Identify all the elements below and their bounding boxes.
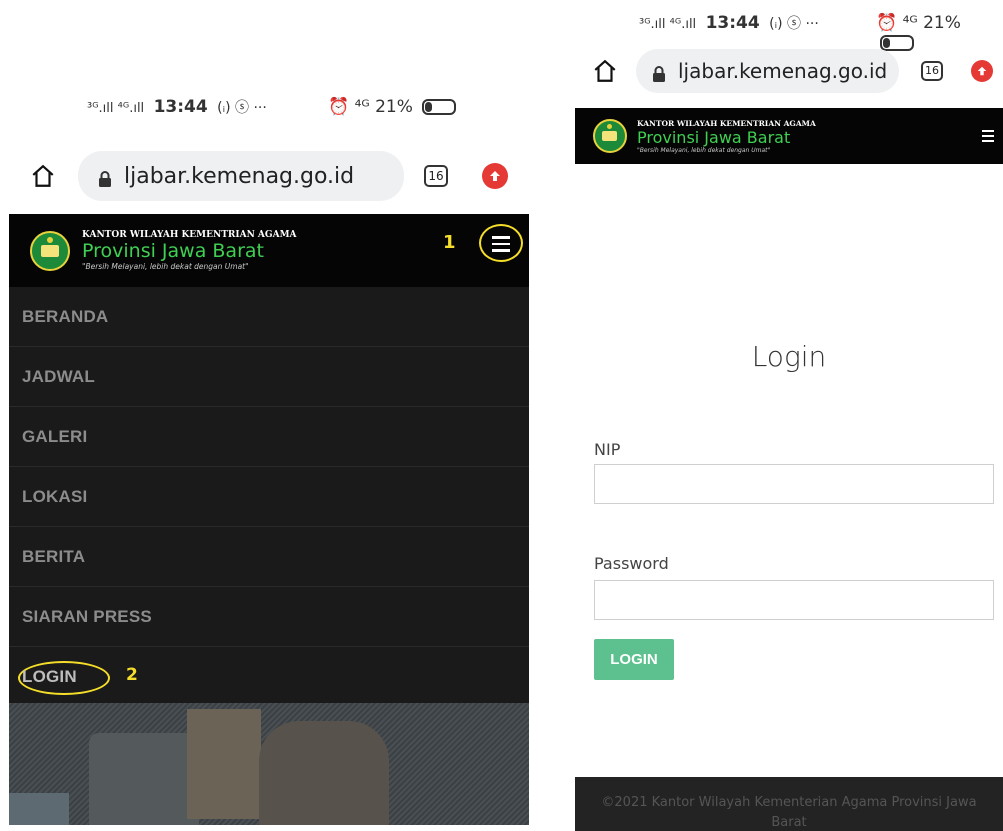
password-input[interactable] <box>594 580 994 620</box>
menu-item-jadwal[interactable]: JADWAL <box>9 347 529 407</box>
hamburger-menu-button[interactable] <box>479 224 523 262</box>
status-extra-icons: (ᵢ) ⓢ ··· <box>217 100 267 116</box>
annotation-1: 1 <box>443 232 456 253</box>
menu-item-berita[interactable]: BERITA <box>9 527 529 587</box>
menu-label: LOKASI <box>22 486 88 506</box>
hamburger-menu-icon[interactable] <box>982 130 994 142</box>
status-bar-left: ³ᴳ.ıll ⁴ᴳ.ıll 13:44 (ᵢ) ⓢ ··· ⏰ ⁴ᴳ 21% <box>87 97 527 121</box>
logo-icon[interactable] <box>30 230 70 271</box>
menu-label: BERITA <box>22 546 86 566</box>
menu-label: LOGIN <box>22 666 77 686</box>
address-bar-right: ljabar.kemenag.go.id 16 <box>592 48 997 94</box>
battery-text: ⏰ ⁴ᴳ 21% <box>328 97 413 117</box>
lock-icon <box>652 63 666 82</box>
hamburger-menu-icon <box>492 236 510 252</box>
hero-photo <box>9 703 529 825</box>
annotation-2: 2 <box>126 665 139 685</box>
update-icon[interactable] <box>482 163 508 189</box>
battery-text: ⏰ ⁴ᴳ 21% <box>876 13 961 33</box>
home-icon[interactable] <box>592 58 618 84</box>
header-big-title: Provinsi Jawa Barat <box>637 127 791 147</box>
network-indicator: ³ᴳ.ıll ⁴ᴳ.ıll <box>87 101 145 116</box>
header-small-title: KANTOR WILAYAH KEMENTRIAN AGAMA <box>637 118 816 128</box>
status-extra-icons: (ᵢ) ⓢ ··· <box>769 16 819 32</box>
menu-item-login[interactable]: LOGIN 2 <box>9 647 529 706</box>
tabs-icon[interactable]: 16 <box>921 61 943 81</box>
menu-label: SIARAN PRESS <box>22 606 152 626</box>
address-bar-left: ljabar.kemenag.go.id 16 <box>30 150 520 202</box>
login-button[interactable]: LOGIN <box>594 639 674 680</box>
tab-count: 16 <box>925 64 939 77</box>
update-icon[interactable] <box>971 60 993 82</box>
menu-label: GALERI <box>22 426 88 446</box>
battery-indicator: ⏰ ⁴ᴳ 21% <box>876 13 999 53</box>
url-text: ljabar.kemenag.go.id <box>124 163 355 189</box>
footer-copyright: ©2021 Kantor Wilayah Kementerian Agama P… <box>575 777 1003 831</box>
logo-icon[interactable] <box>593 119 627 153</box>
status-bar-right: ³ᴳ.ıll ⁴ᴳ.ıll 13:44 (ᵢ) ⓢ ··· ⏰ ⁴ᴳ 21% <box>639 13 999 51</box>
status-time: 13:44 <box>705 13 760 33</box>
menu-label: BERANDA <box>22 306 109 326</box>
menu-item-galeri[interactable]: GALERI <box>9 407 529 467</box>
header-small-title: KANTOR WILAYAH KEMENTRIAN AGAMA <box>82 230 297 240</box>
tab-count: 16 <box>428 169 444 183</box>
lock-icon <box>98 168 112 187</box>
url-field[interactable]: ljabar.kemenag.go.id <box>636 49 899 93</box>
menu-item-siaran-press[interactable]: SIARAN PRESS <box>9 587 529 647</box>
status-time: 13:44 <box>153 97 208 117</box>
battery-indicator: ⏰ ⁴ᴳ 21% <box>328 97 457 117</box>
header-big-title: Provinsi Jawa Barat <box>82 240 264 262</box>
url-field[interactable]: ljabar.kemenag.go.id <box>78 151 404 201</box>
password-label: Password <box>594 554 669 573</box>
network-indicator: ³ᴳ.ıll ⁴ᴳ.ıll <box>639 17 697 32</box>
header-tagline: "Bersih Melayani, lebih dekat dengan Uma… <box>637 146 771 154</box>
menu-item-lokasi[interactable]: LOKASI <box>9 467 529 527</box>
tabs-icon[interactable]: 16 <box>424 165 448 187</box>
nip-label: NIP <box>594 440 621 459</box>
header-tagline: "Bersih Melayani, lebih dekat dengan Uma… <box>82 262 249 271</box>
menu-label: JADWAL <box>22 366 95 386</box>
site-header-right: KANTOR WILAYAH KEMENTRIAN AGAMA Provinsi… <box>575 108 1003 164</box>
login-page: Login NIP Password LOGIN <box>575 164 1003 831</box>
site-header-left: KANTOR WILAYAH KEMENTRIAN AGAMA Provinsi… <box>9 214 529 287</box>
url-text: ljabar.kemenag.go.id <box>678 59 888 83</box>
nav-menu: BERANDA JADWAL GALERI LOKASI BERITA SIAR… <box>9 287 529 706</box>
home-icon[interactable] <box>30 163 56 189</box>
battery-icon <box>422 99 457 115</box>
nip-input[interactable] <box>594 464 994 504</box>
login-heading: Login <box>751 340 827 373</box>
menu-item-beranda[interactable]: BERANDA <box>9 287 529 347</box>
